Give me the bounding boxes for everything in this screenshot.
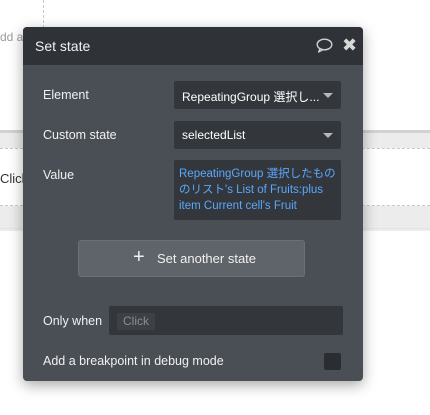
- element-dropdown-value: RepeatingGroup 選択し...: [182, 90, 320, 104]
- chevron-down-icon: [323, 93, 333, 98]
- value-expression-text[interactable]: RepeatingGroup 選択したもののリスト's List of Frui…: [179, 166, 339, 214]
- element-dropdown[interactable]: RepeatingGroup 選択し...: [174, 81, 341, 109]
- custom-state-dropdown[interactable]: selectedList: [174, 121, 341, 149]
- speech-bubble-icon[interactable]: [316, 38, 333, 58]
- custom-state-label: Custom state: [43, 128, 117, 142]
- popup-title: Set state: [35, 38, 91, 54]
- value-expression-field[interactable]: RepeatingGroup 選択したもののリスト's List of Frui…: [174, 160, 341, 220]
- popup-header: Set state ✖: [23, 27, 363, 65]
- chevron-down-icon: [323, 133, 333, 138]
- custom-state-dropdown-value: selectedList: [182, 128, 246, 142]
- value-label: Value: [43, 168, 75, 182]
- only-when-placeholder: Click: [117, 313, 155, 330]
- close-icon[interactable]: ✖: [342, 35, 357, 55]
- breakpoint-checkbox[interactable]: [324, 353, 341, 370]
- set-state-popup: Set state ✖ Element RepeatingGroup 選択し..…: [23, 27, 363, 381]
- breakpoint-label: Add a breakpoint in debug mode: [43, 354, 224, 368]
- plus-icon: +: [133, 246, 145, 268]
- element-label: Element: [43, 88, 89, 102]
- only-when-input[interactable]: Click: [109, 306, 343, 335]
- only-when-label: Only when: [43, 314, 103, 328]
- canvas-text-fragment: dd a: [0, 30, 24, 44]
- set-another-state-button[interactable]: + Set another state: [78, 240, 305, 277]
- set-another-state-label: Set another state: [157, 251, 257, 266]
